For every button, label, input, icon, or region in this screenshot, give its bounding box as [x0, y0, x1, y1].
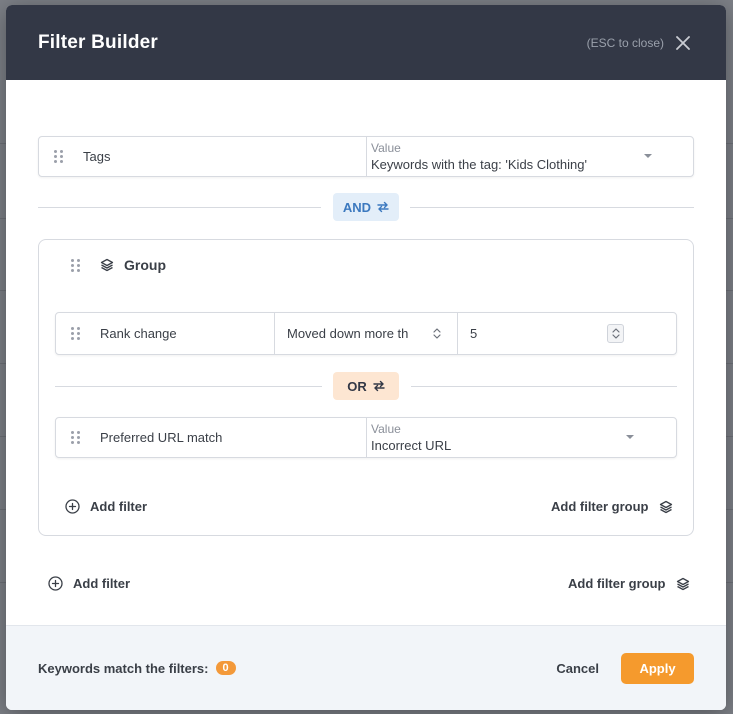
connector-line [410, 207, 694, 208]
modal-header: Filter Builder (ESC to close) [6, 5, 726, 80]
filter-field-rank-change[interactable]: Rank change [94, 313, 274, 354]
modal-title: Filter Builder [38, 31, 158, 53]
value-text: Incorrect URL [371, 438, 452, 453]
group-title: Group [124, 257, 166, 273]
add-filter-button[interactable]: Add filter [48, 576, 130, 591]
cancel-button[interactable]: Cancel [556, 661, 599, 676]
close-controls: (ESC to close) [587, 34, 692, 52]
number-input[interactable]: 5 [457, 313, 676, 354]
operator-label: AND [342, 199, 372, 215]
close-icon[interactable] [674, 34, 692, 52]
group-header: Group [68, 257, 166, 273]
add-filter-group-label: Add filter group [551, 499, 649, 514]
add-filter-label: Add filter [90, 499, 148, 514]
plus-circle-icon [48, 576, 63, 591]
layers-icon [100, 258, 114, 272]
chevron-down-icon [626, 435, 634, 439]
layers-icon [659, 500, 672, 513]
add-filter-label: Add filter [73, 576, 131, 591]
condition-select[interactable]: Moved down more th [274, 313, 457, 354]
swap-icon [377, 201, 389, 213]
filter-value-select[interactable]: Value Keywords with the tag: 'Kids Cloth… [366, 137, 693, 176]
filter-field-tags[interactable]: Tags [77, 137, 366, 176]
add-filter-group-label: Add filter group [568, 576, 666, 591]
modal-body: Tags Value Keywords with the tag: 'Kids … [6, 80, 726, 625]
filter-field-preferred-url[interactable]: Preferred URL match [94, 418, 366, 457]
match-count-label: Keywords match the filters: [38, 660, 209, 676]
filter-row-preferred-url: Preferred URL match Value Incorrect URL [55, 417, 677, 458]
chevron-down-icon [644, 154, 652, 158]
group-add-filter-group-button[interactable]: Add filter group [551, 499, 673, 514]
and-operator-toggle[interactable]: AND [333, 193, 399, 221]
condition-value: Moved down more th [287, 326, 409, 341]
filter-value-select[interactable]: Value Incorrect URL [366, 418, 676, 457]
connector-line [38, 207, 321, 208]
drag-handle-icon[interactable] [56, 418, 94, 457]
footer-actions: Cancel Apply [556, 652, 694, 684]
number-stepper[interactable] [607, 324, 624, 343]
number-value: 5 [470, 326, 478, 341]
or-operator-toggle[interactable]: OR [333, 372, 399, 400]
connector-line [411, 386, 677, 387]
stepper-icon [611, 328, 620, 339]
operator-label: OR [347, 378, 367, 394]
filter-builder-modal: Filter Builder (ESC to close) Tags Value… [6, 5, 726, 710]
drag-handle-icon[interactable] [68, 258, 82, 272]
connector-line [55, 386, 322, 387]
chevron-updown-icon [433, 328, 441, 339]
filter-row-tags: Tags Value Keywords with the tag: 'Kids … [38, 136, 694, 177]
modal-footer: Keywords match the filters: 0 Cancel App… [6, 625, 726, 710]
filter-row-rank-change: Rank change Moved down more th 5 [55, 312, 677, 355]
swap-icon [373, 380, 385, 392]
group-add-filter-button[interactable]: Add filter [65, 499, 147, 514]
layers-icon [676, 577, 689, 590]
drag-handle-icon[interactable] [39, 137, 77, 176]
value-text: Keywords with the tag: 'Kids Clothing' [371, 157, 587, 172]
drag-handle-icon[interactable] [56, 313, 94, 354]
apply-button[interactable]: Apply [621, 652, 694, 684]
add-filter-group-button[interactable]: Add filter group [568, 576, 690, 591]
esc-hint: (ESC to close) [586, 35, 664, 50]
plus-circle-icon [65, 499, 80, 514]
match-count-badge: 0 [215, 661, 236, 675]
